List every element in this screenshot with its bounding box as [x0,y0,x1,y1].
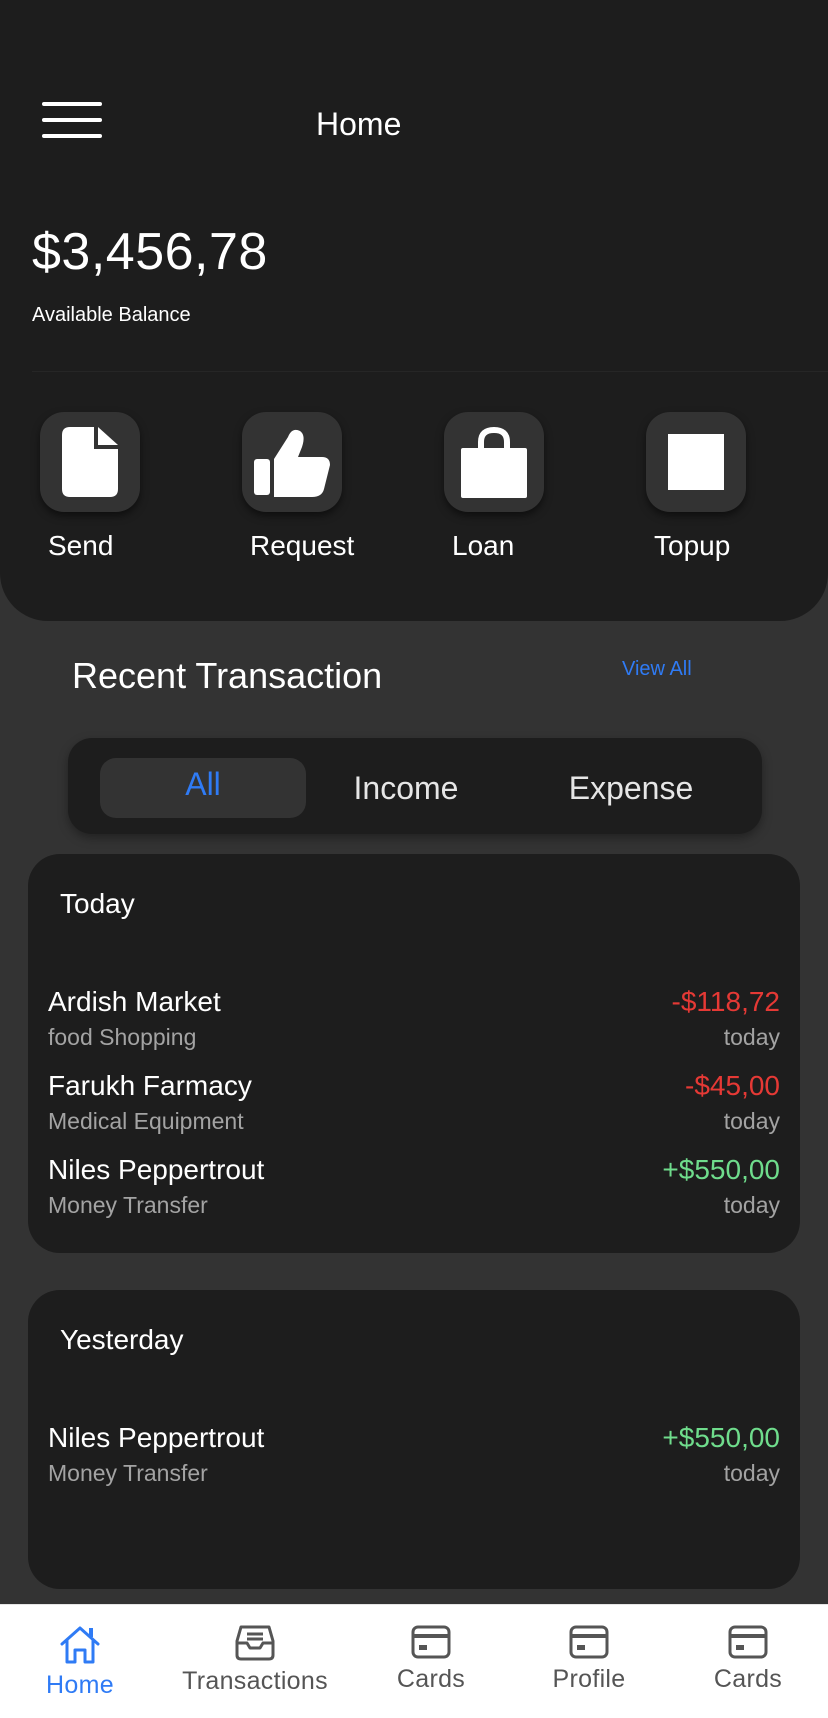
nav-transactions[interactable]: Transactions [178,1605,332,1718]
square-icon [668,434,724,490]
divider [32,371,828,372]
credit-card-icon [569,1625,609,1659]
balance-label: Available Balance [32,304,191,326]
nav-profile-label: Profile [552,1665,626,1693]
inbox-icon [235,1625,275,1661]
nav-profile[interactable]: Profile [548,1605,630,1718]
nav-cards-secondary[interactable]: Cards [708,1605,788,1718]
request-action[interactable]: Request [242,412,392,572]
nav-cards-secondary-label: Cards [713,1665,783,1693]
transaction-amount: -$118,72 [671,986,780,1017]
send-label: Send [48,530,114,561]
transaction-amount: +$550,00 [662,1422,780,1453]
page-title: Home [316,106,402,142]
transaction-category: Medical Equipment [48,1108,244,1134]
transaction-filter: All Income Expense [68,738,762,834]
credit-card-icon [728,1625,768,1659]
transaction-row[interactable]: Farukh Farmacy Medical Equipment -$45,00… [48,1070,780,1140]
filter-income-tab[interactable]: Income [316,758,496,818]
file-icon [62,427,118,497]
transaction-date: today [723,1460,780,1486]
filter-all-tab[interactable]: All [100,758,306,818]
menu-line [42,134,102,138]
transaction-category: Money Transfer [48,1192,208,1218]
loan-button[interactable] [444,412,544,512]
transaction-amount: +$550,00 [662,1154,780,1185]
nav-cards[interactable]: Cards [391,1605,471,1718]
hamburger-menu-icon[interactable] [42,102,102,140]
transaction-group-today: Today Ardish Market food Shopping -$118,… [28,854,800,1253]
group-title: Yesterday [60,1324,184,1355]
bottom-navigation: Home Transactions Cards Profile Cards [0,1604,828,1718]
send-button[interactable] [40,412,140,512]
filter-all-label: All [185,765,221,802]
filter-income-label: Income [353,769,459,806]
transaction-row[interactable]: Niles Peppertrout Money Transfer +$550,0… [48,1154,780,1224]
send-action[interactable]: Send [40,412,190,572]
topup-button[interactable] [646,412,746,512]
transaction-date: today [723,1192,780,1218]
transaction-amount: -$45,00 [685,1070,780,1101]
nav-home-label: Home [46,1671,114,1699]
nav-cards-label: Cards [396,1665,466,1693]
credit-card-icon [411,1625,451,1659]
transaction-name: Ardish Market [48,986,221,1017]
home-screen: Home $3,456,78 Available Balance Send Re… [0,0,828,1718]
menu-line [42,118,102,122]
filter-expense-tab[interactable]: Expense [526,758,736,818]
menu-line [42,102,102,106]
topup-action[interactable]: Topup [646,412,796,572]
home-icon [60,1626,100,1664]
request-label: Request [250,530,355,561]
transaction-date: today [723,1024,780,1050]
nav-home[interactable]: Home [40,1605,120,1718]
balance-panel: Home $3,456,78 Available Balance Send Re… [0,0,828,621]
nav-transactions-label: Transactions [182,1667,328,1695]
transaction-name: Niles Peppertrout [48,1422,265,1453]
shopping-bag-icon [461,426,527,498]
recent-transaction-title: Recent Transaction [72,655,383,696]
transaction-row[interactable]: Niles Peppertrout Money Transfer +$550,0… [48,1422,780,1492]
transaction-name: Niles Peppertrout [48,1154,265,1185]
loan-action[interactable]: Loan [444,412,594,572]
transaction-category: food Shopping [48,1024,197,1050]
thumbs-up-icon [254,429,330,497]
transaction-group-yesterday: Yesterday Niles Peppertrout Money Transf… [28,1290,800,1589]
balance-amount: $3,456,78 [32,223,268,281]
loan-label: Loan [452,530,515,561]
request-button[interactable] [242,412,342,512]
transaction-date: today [723,1108,780,1134]
view-all-link[interactable]: View All [622,658,692,681]
filter-expense-label: Expense [568,769,694,806]
transaction-name: Farukh Farmacy [48,1070,252,1101]
group-title: Today [60,888,135,919]
transaction-row[interactable]: Ardish Market food Shopping -$118,72 tod… [48,986,780,1056]
topup-label: Topup [654,530,731,561]
transaction-category: Money Transfer [48,1460,208,1486]
